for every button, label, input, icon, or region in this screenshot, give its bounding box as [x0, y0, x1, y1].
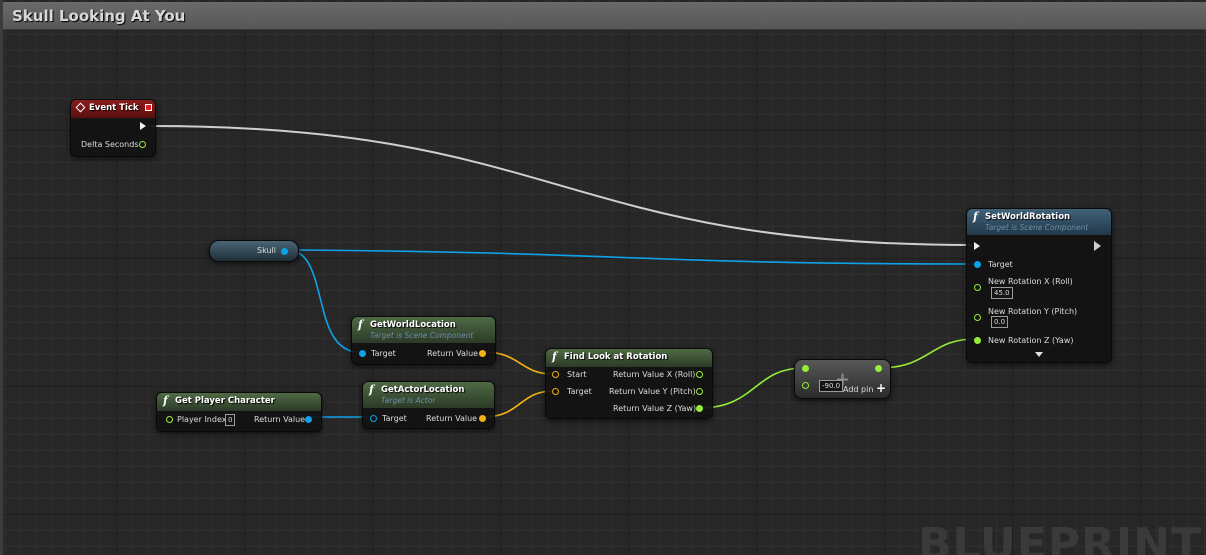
swr-target-pin[interactable]	[974, 261, 981, 268]
delta-seconds-label: Delta Seconds	[81, 140, 139, 149]
event-diamond-icon	[75, 102, 86, 113]
function-f-icon: f	[163, 394, 168, 407]
return-z-label: Return Value Z (Yaw)	[613, 404, 697, 413]
gpc-return-pin[interactable]	[305, 416, 312, 423]
function-f-icon: f	[552, 350, 557, 363]
skull-to-getworldlocation-wire	[287, 249, 360, 353]
function-f-icon: f	[358, 318, 363, 331]
skull-label: Skull	[257, 246, 276, 255]
event-tick-header[interactable]: Event Tick	[71, 100, 155, 118]
gwl-return-pin[interactable]	[479, 350, 486, 357]
gal-return-pin[interactable]	[479, 415, 486, 422]
new-rotation-y-input[interactable]: 0.0	[991, 316, 1009, 328]
new-rotation-z-label: New Rotation Z (Yaw)	[988, 336, 1074, 345]
find-look-at-rotation-header[interactable]: f Find Look at Rotation	[546, 349, 712, 367]
player-index-label: Player Index	[177, 415, 227, 424]
delta-seconds-pin[interactable]	[139, 141, 146, 148]
new-rotation-y-pin[interactable]	[974, 314, 981, 321]
gal-return-label: Return Value	[426, 414, 478, 423]
yaw-to-add-wire	[699, 367, 804, 409]
add-b-value-input[interactable]: -90.0	[819, 380, 844, 392]
start-label: Start	[567, 370, 587, 379]
set-world-rotation-header[interactable]: f SetWorldRotation Target is Scene Compo…	[967, 209, 1111, 235]
get-actor-location-title: GetActorLocation	[381, 385, 465, 395]
return-y-label: Return Value Y (Pitch)	[609, 387, 696, 396]
add-input-a-pin[interactable]	[802, 365, 809, 372]
blueprint-graph-canvas[interactable]: Skull Looking At You BLUEPRINT Event Tic…	[0, 0, 1206, 555]
player-index-input[interactable]: 0	[225, 414, 236, 426]
get-player-character-node[interactable]: f Get Player Character Player Index 0 Re…	[156, 392, 322, 432]
get-actor-location-subtitle: Target is Actor	[381, 396, 436, 405]
add-float-node[interactable]: + -90.0 Add pin +	[794, 359, 891, 399]
find-look-at-rotation-node[interactable]: f Find Look at Rotation Start Target Ret…	[545, 348, 713, 419]
target-pin[interactable]	[552, 388, 559, 395]
new-rotation-x-pin[interactable]	[974, 284, 981, 291]
set-world-rotation-title: SetWorldRotation	[985, 212, 1071, 222]
add-to-yaw-wire	[878, 338, 976, 369]
skull-to-setworldrotation-wire	[287, 249, 975, 265]
add-pin-label[interactable]: Add pin	[843, 385, 873, 394]
new-rotation-x-input[interactable]: 45.0	[991, 287, 1013, 299]
target-label: Target	[567, 387, 592, 396]
get-player-character-title: Get Player Character	[175, 396, 275, 406]
gpc-return-label: Return Value	[254, 415, 306, 424]
new-rotation-x-label: New Rotation X (Roll)	[988, 277, 1073, 286]
return-z-pin[interactable]	[696, 405, 703, 412]
get-actor-location-header[interactable]: f GetActorLocation Target is Actor	[363, 382, 494, 408]
gal-target-label: Target	[382, 414, 407, 423]
gwl-target-pin[interactable]	[359, 350, 366, 357]
get-world-location-header[interactable]: f GetWorldLocation Target is Scene Compo…	[352, 317, 495, 343]
skull-out-pin[interactable]	[281, 248, 288, 255]
function-f-icon: f	[369, 383, 374, 396]
add-input-b-pin[interactable]	[802, 382, 809, 389]
find-look-at-rotation-title: Find Look at Rotation	[564, 352, 668, 362]
get-world-location-title: GetWorldLocation	[370, 320, 456, 330]
event-tick-title: Event Tick	[89, 103, 139, 113]
gwl-target-label: Target	[371, 349, 396, 358]
get-world-location-subtitle: Target is Scene Component	[370, 331, 474, 340]
chevron-down-icon[interactable]	[1035, 352, 1043, 357]
add-output-pin[interactable]	[875, 365, 882, 372]
set-world-rotation-node[interactable]: f SetWorldRotation Target is Scene Compo…	[966, 208, 1112, 363]
skull-variable-node[interactable]: Skull	[209, 240, 299, 262]
new-rotation-y-label: New Rotation Y (Pitch)	[988, 307, 1078, 316]
return-y-pin[interactable]	[696, 388, 703, 395]
return-x-pin[interactable]	[696, 371, 703, 378]
event-tick-node[interactable]: Event Tick Delta Seconds	[70, 99, 156, 157]
function-f-icon: f	[973, 210, 978, 223]
get-player-character-header[interactable]: f Get Player Character	[157, 393, 321, 411]
new-rotation-z-pin[interactable]	[974, 337, 981, 344]
exec-out-pin[interactable]	[1094, 241, 1101, 251]
return-x-label: Return Value X (Roll)	[613, 370, 696, 379]
exec-out-pin[interactable]	[140, 122, 146, 130]
gwl-return-label: Return Value	[427, 349, 479, 358]
set-world-rotation-subtitle: Target is Scene Component	[985, 223, 1089, 232]
get-actor-location-node[interactable]: f GetActorLocation Target is Actor Targe…	[362, 381, 495, 429]
exec-in-pin[interactable]	[974, 242, 980, 250]
plus-icon[interactable]: +	[876, 381, 886, 395]
get-world-location-node[interactable]: f GetWorldLocation Target is Scene Compo…	[351, 316, 496, 365]
delegate-pin[interactable]	[145, 104, 152, 111]
exec-wire	[150, 125, 973, 246]
player-index-pin[interactable]	[166, 416, 173, 423]
start-pin[interactable]	[552, 371, 559, 378]
gal-target-pin[interactable]	[370, 415, 377, 422]
swr-target-label: Target	[988, 260, 1013, 269]
